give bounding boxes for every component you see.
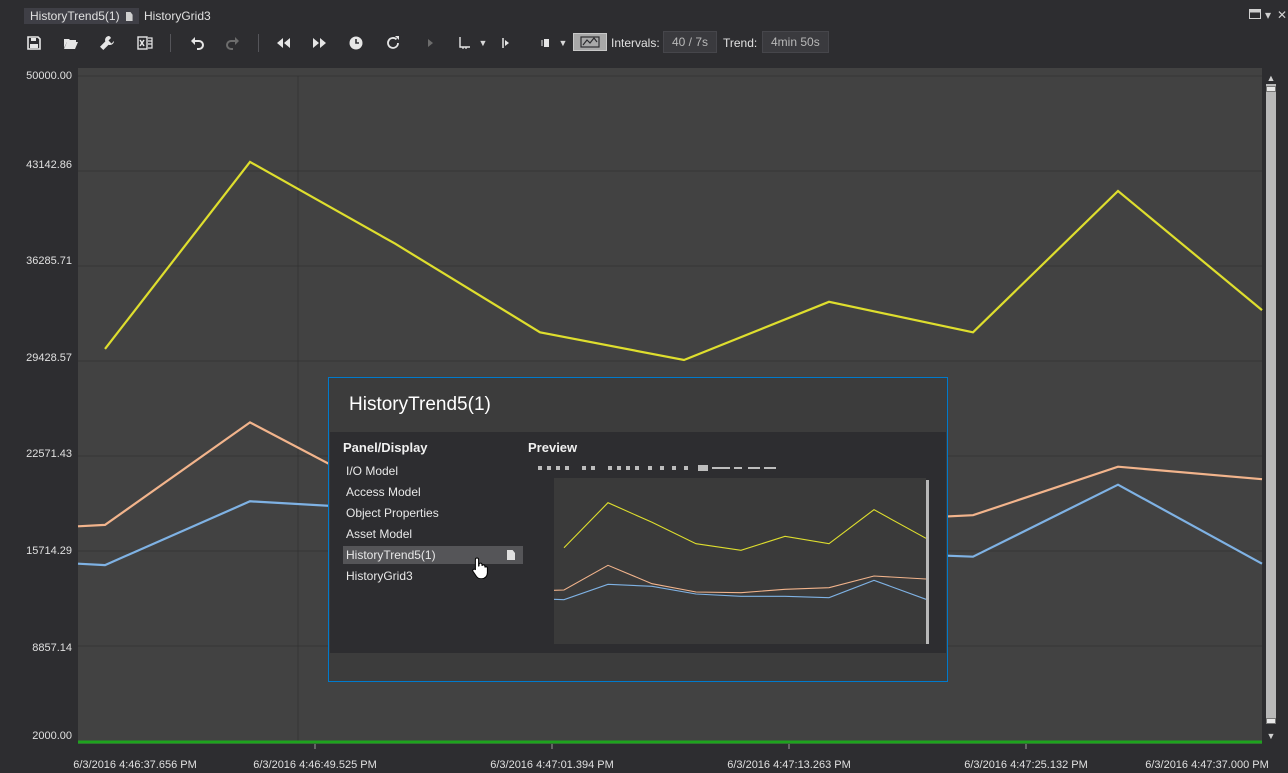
switcher-item-access-model[interactable]: Access Model <box>343 483 523 501</box>
scrollbar-handle-top[interactable] <box>1266 86 1276 92</box>
switcher-title: HistoryTrend5(1) <box>349 394 491 415</box>
scroll-up-icon[interactable]: ▲ <box>1264 72 1278 84</box>
switcher-item-io-model[interactable]: I/O Model <box>343 462 523 480</box>
preview-chart <box>553 502 927 601</box>
vertical-scrollbar[interactable]: ▲ ▼ <box>1264 70 1278 742</box>
scroll-down-icon[interactable]: ▼ <box>1264 730 1278 742</box>
scrollbar-handle-bottom[interactable] <box>1266 718 1276 724</box>
series-line-2 <box>553 579 927 601</box>
hand-cursor-icon <box>472 557 488 579</box>
switcher-item-historytrend5[interactable]: HistoryTrend5(1) <box>343 546 523 564</box>
preview-thumbnail[interactable] <box>528 460 932 646</box>
document-icon <box>507 550 515 560</box>
panel-display-heading: Panel/Display <box>343 440 428 455</box>
scrollbar-thumb[interactable] <box>1266 84 1276 722</box>
series-line-0 <box>104 160 1263 362</box>
switcher-item-object-properties[interactable]: Object Properties <box>343 504 523 522</box>
switcher-item-asset-model[interactable]: Asset Model <box>343 525 523 543</box>
series-line-1 <box>553 564 927 594</box>
series-line-0 <box>563 502 927 551</box>
preview-heading: Preview <box>528 440 578 455</box>
switcher-item-label: HistoryTrend5(1) <box>346 548 436 562</box>
preview-scrollbar <box>926 480 929 644</box>
switcher-item-historygrid3[interactable]: HistoryGrid3 <box>343 567 523 585</box>
history-trend-window: HistoryTrend5(1) HistoryGrid3 ▾ ✕ ▼ ▼ In… <box>0 0 1288 773</box>
